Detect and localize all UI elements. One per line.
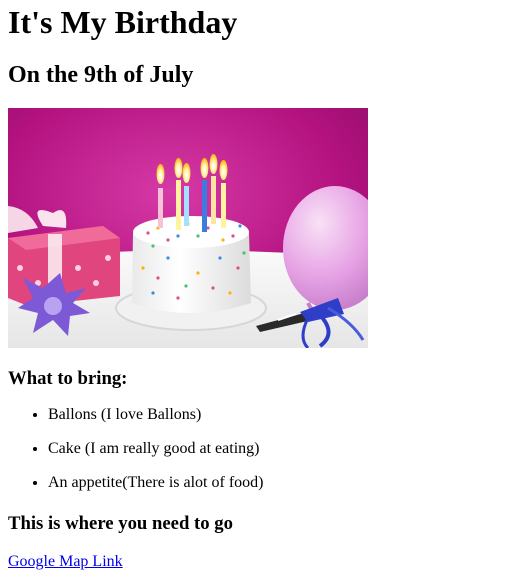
location-heading: This is where you need to go	[8, 513, 233, 534]
google-map-link[interactable]: Google Map Link	[8, 552, 123, 572]
birthday-cake-image	[8, 108, 368, 348]
list-item: Cake (I am really good at eating)	[48, 439, 263, 459]
page-subtitle: On the 9th of July	[8, 62, 194, 88]
bring-list: Ballons (I love Ballons) Cake (I am real…	[8, 405, 263, 507]
cake	[132, 216, 251, 313]
list-item: An appetite(There is alot of food)	[48, 473, 263, 493]
list-item: Ballons (I love Ballons)	[48, 405, 263, 425]
what-to-bring-heading: What to bring:	[8, 368, 128, 389]
page-title: It's My Birthday	[8, 4, 238, 40]
